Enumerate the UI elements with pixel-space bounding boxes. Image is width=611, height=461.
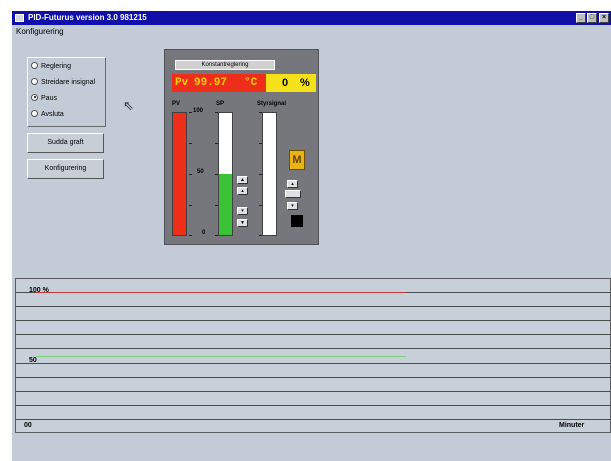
radio-dot-icon (31, 77, 38, 85)
sp-down-icon[interactable]: ▾ (237, 207, 248, 215)
pv-bar (172, 112, 187, 236)
menu-bar: Konfigurering (12, 25, 611, 38)
status-indicator (291, 215, 303, 227)
menu-item-konfigurering[interactable]: Konfigurering (16, 27, 64, 36)
window-title: PID-Futurus version 3.0 981215 (28, 13, 147, 22)
pv-value: 99.97 (194, 77, 228, 89)
output-unit: % (300, 77, 310, 89)
pv-label: PV (172, 101, 181, 107)
app-icon[interactable] (15, 14, 24, 22)
app-window: PID-Futurus version 3.0 981215 _ □ × Kon… (12, 11, 611, 461)
pv-prefix: Pv (175, 77, 189, 89)
scale-min: 0 (202, 230, 206, 236)
radio-dot-icon (31, 109, 38, 117)
scale-mid: 50 (197, 169, 204, 175)
configure-button[interactable]: Konfigurering (27, 159, 104, 179)
sp-up-icon[interactable]: ▴ (237, 187, 248, 195)
sp-trace-line (36, 355, 406, 357)
scale-max: 100 (193, 108, 204, 114)
sp-bar (218, 112, 233, 236)
radio-dot-selected-icon (31, 93, 38, 101)
output-label: Styrsignal (257, 101, 287, 107)
radio-reglering[interactable]: Reglering (31, 61, 71, 73)
controller-panel: Konstantreglering Pv 99.97 °C 0 % PV SP … (164, 49, 319, 245)
radio-streidare-insignal[interactable]: Streidare insignal (31, 77, 95, 89)
sp-step-down-icon[interactable]: ▼ (237, 219, 248, 227)
pv-readout: Pv 99.97 °C (172, 74, 266, 92)
maximize-button[interactable]: □ (587, 13, 597, 23)
title-bar: PID-Futurus version 3.0 981215 _ □ × (12, 11, 611, 25)
close-button[interactable]: × (599, 13, 609, 23)
sp-step-up-icon[interactable]: ▲ (237, 176, 248, 184)
pv-bar-fill (173, 113, 186, 235)
mode-radio-group: Reglering Streidare insignal Paus Avslut… (27, 57, 106, 127)
graph-label-50: 50 (29, 357, 37, 364)
manual-mode-button[interactable]: M (289, 150, 305, 170)
output-slider-handle[interactable] (285, 190, 301, 198)
minimize-button[interactable]: _ (576, 13, 586, 23)
output-up-icon[interactable]: ▴ (287, 180, 298, 188)
pv-trace-line (36, 292, 406, 293)
output-readout: 0 % (266, 74, 316, 92)
sp-label: SP (216, 101, 225, 107)
pv-unit: °C (244, 77, 258, 89)
sp-bar-fill (219, 174, 232, 235)
output-down-icon[interactable]: ▾ (287, 202, 298, 210)
radio-avsluta[interactable]: Avsluta (31, 109, 64, 121)
radio-dot-icon (31, 61, 38, 69)
graph-label-minutes: Minuter (559, 422, 585, 429)
trend-graph: 100 % 50 00 Minuter (15, 278, 611, 433)
graph-label-start: 00 (24, 422, 32, 429)
mouse-cursor-icon: ⇖ (123, 98, 134, 113)
output-value: 0 (282, 77, 289, 89)
hide-graph-button[interactable]: Sudda graft (27, 133, 104, 153)
output-bar (262, 112, 277, 236)
radio-paus[interactable]: Paus (31, 93, 57, 105)
controller-mode-label[interactable]: Konstantreglering (175, 60, 275, 70)
